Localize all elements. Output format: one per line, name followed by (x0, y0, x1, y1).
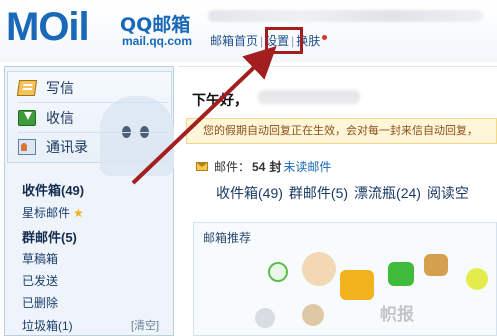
folder-label: 群邮件(5) (22, 230, 77, 245)
qq-mascot-image (100, 96, 174, 176)
nav-separator: | (260, 33, 264, 48)
folder-group-mail[interactable]: 群邮件(5) (22, 227, 77, 246)
folder-label: 草稿箱 (22, 252, 59, 266)
settings-highlight-box (265, 27, 303, 54)
game-app-icon[interactable] (424, 254, 448, 276)
inbox-icon (18, 110, 36, 126)
qq-mail-logo[interactable]: MOil (6, 4, 116, 50)
tab-drift-bottle[interactable]: 漂流瓶(24) (354, 183, 421, 203)
folder-drafts[interactable]: 草稿箱 (22, 250, 58, 267)
logo-brand: QQ邮箱 (120, 14, 191, 36)
divider (18, 102, 168, 103)
qq-app-icon[interactable] (255, 308, 275, 328)
blurred-user-info (208, 10, 483, 22)
new-indicator-dot (322, 35, 328, 40)
folder-deleted[interactable]: 已删除 (22, 294, 58, 311)
vacation-notice[interactable]: 您的假期自动回复正在生效，会对每一封来信自动回复， (186, 118, 497, 144)
mail-count-number: 54 (252, 159, 266, 174)
mail-app-icon[interactable] (340, 270, 374, 300)
clear-spam-button[interactable]: [清空] (131, 317, 159, 333)
recommend-title: 邮箱推荐 (203, 231, 252, 245)
write-icon (16, 80, 38, 96)
mailbox-tabs: 收件箱(49) 群邮件(5) 漂流瓶(24) 阅读空 (216, 183, 469, 203)
write-button[interactable]: 写信 (16, 78, 74, 98)
mail-count-unit: 封 (269, 160, 282, 174)
unread-mail-link[interactable]: 未读邮件 (283, 158, 331, 175)
greeting: 下午好， (192, 92, 248, 108)
music-app-icon[interactable] (466, 268, 488, 290)
divider (18, 132, 168, 133)
folder-spam[interactable]: 垃圾箱(1) (22, 317, 73, 334)
avatar-app-icon[interactable] (302, 304, 324, 326)
blurred-username (258, 90, 360, 104)
watermark: 帜报 (380, 305, 414, 324)
folder-label: 收件箱(49) (22, 183, 85, 198)
star-icon: ★ (73, 206, 84, 220)
folder-label: 垃圾箱(1) (22, 319, 73, 333)
logo-text: MOil (6, 5, 90, 49)
tab-reading[interactable]: 阅读空 (427, 183, 469, 203)
mail-count: 邮件： 54 封 未读邮件 (196, 158, 331, 175)
folder-starred[interactable]: 星标邮件 ★ (22, 204, 84, 221)
receive-button[interactable]: 收信 (18, 108, 74, 128)
envelope-icon (196, 162, 208, 171)
folder-sent[interactable]: 已发送 (22, 272, 58, 289)
contacts-icon (18, 139, 36, 155)
wechat-app-icon[interactable] (388, 262, 414, 286)
logo-domain: mail.qq.com (122, 34, 193, 48)
contacts-button[interactable]: 通讯录 (18, 137, 88, 157)
contacts-label: 通讯录 (46, 139, 88, 155)
folder-label: 星标邮件 (22, 206, 71, 220)
avatar-app-icon[interactable] (302, 252, 336, 286)
folder-inbox[interactable]: 收件箱(49) (22, 180, 84, 199)
tab-inbox[interactable]: 收件箱(49) (216, 183, 283, 203)
folder-label: 已发送 (22, 274, 59, 288)
folder-label: 已删除 (22, 296, 59, 310)
tab-group-mail[interactable]: 群邮件(5) (289, 183, 348, 203)
play-app-icon[interactable] (268, 262, 288, 282)
nav-home-link[interactable]: 邮箱首页 (210, 32, 258, 49)
mail-count-prefix: 邮件： (214, 160, 251, 174)
receive-label: 收信 (46, 110, 74, 126)
write-label: 写信 (46, 80, 74, 96)
header: MOil QQ邮箱 mail.qq.com 邮箱首页 | 设置 | 换肤 (0, 0, 497, 62)
